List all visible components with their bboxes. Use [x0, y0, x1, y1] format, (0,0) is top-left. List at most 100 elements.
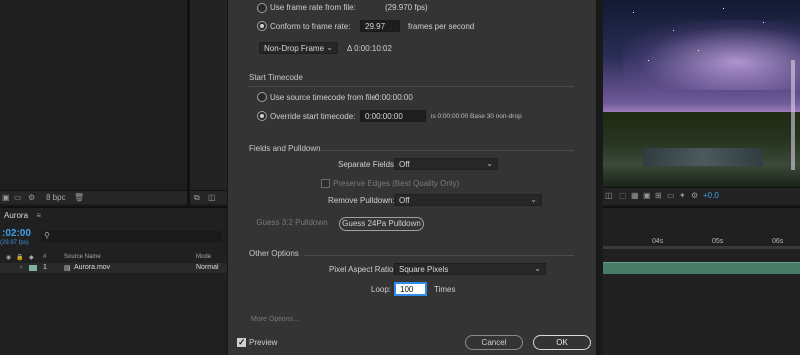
column-mode[interactable]: Mode	[196, 254, 211, 260]
loop-unit-label: Times	[434, 285, 456, 294]
expand-chevron-icon[interactable]: ›	[20, 264, 22, 271]
layer-index: 1	[43, 264, 47, 271]
conform-frame-rate-label: Conform to frame rate:	[270, 22, 351, 31]
pixel-aspect-ratio-select[interactable]: Square Pixels ⌄	[394, 263, 546, 275]
fields-pulldown-title: Fields and Pulldown	[249, 144, 321, 153]
guess-32-pulldown-button[interactable]: Guess 3:2 Pulldown	[254, 217, 330, 231]
star	[673, 30, 674, 31]
mask-icon[interactable]: ✦	[679, 191, 686, 200]
ruler-tick: 04s	[652, 238, 664, 245]
fps-unit-label: frames per second	[408, 22, 475, 31]
exposure-value[interactable]: +0.0	[703, 191, 719, 200]
star	[648, 60, 649, 61]
label-color-swatch[interactable]	[29, 265, 37, 271]
override-timecode-input[interactable]: 0:00:00:00	[360, 110, 426, 122]
override-start-timecode-radio[interactable]	[257, 111, 267, 121]
more-options-button[interactable]: More Options...	[251, 316, 299, 323]
project-panel	[0, 0, 187, 190]
override-timecode-info: is 0:00:00:00 Base 30 non-drop	[431, 113, 522, 120]
separate-fields-select[interactable]: Off ⌄	[394, 158, 498, 170]
column-hash: #	[43, 254, 47, 260]
aurora-glow	[623, 20, 800, 90]
viewer-toolbar: ◫ ⬚ ▦ ▣ ⊞ ▭ ✦ ⚙ +0.0	[603, 187, 800, 205]
camera-icon[interactable]: ⊞	[655, 191, 662, 200]
preview-checkbox[interactable]	[237, 337, 246, 348]
conform-frame-rate-radio[interactable]	[257, 21, 267, 31]
project-bottom-bar: ▣ ▭ ⚙ 8 bpc 🗑	[0, 190, 187, 204]
timeline-tab-label: Aurora	[4, 211, 29, 220]
project-panel-secondary	[190, 0, 227, 190]
timeline-search-input[interactable]: ⚲	[42, 231, 222, 242]
star	[763, 22, 764, 23]
loop-label: Loop:	[371, 285, 392, 294]
ruler-tick: 06s	[772, 238, 784, 245]
interpret-footage-icon[interactable]: ▣	[2, 193, 10, 202]
ruler-tick: 05s	[712, 238, 724, 245]
preserve-edges-label: Preserve Edges (Best Quality Only)	[333, 179, 460, 188]
separate-fields-label: Separate Fields:	[338, 160, 397, 169]
layer-name[interactable]: Aurora.mov	[74, 264, 110, 271]
star	[633, 12, 634, 13]
layer-mode[interactable]: Normal	[196, 264, 219, 271]
guess-24pa-pulldown-button[interactable]: Guess 24Pa Pulldown	[339, 217, 424, 231]
start-timecode-title: Start Timecode	[249, 73, 303, 82]
use-source-timecode-radio[interactable]	[257, 92, 267, 102]
column-source-name[interactable]: Source Name	[64, 254, 101, 260]
drop-frame-select[interactable]: Non-Drop Frame ⌄	[259, 42, 338, 54]
footage-icon: ▤	[64, 265, 71, 272]
duration-label: Δ 0:00:10:02	[347, 44, 392, 53]
other-options-title: Other Options	[249, 249, 299, 258]
trash-icon[interactable]: 🗑	[74, 193, 84, 202]
chevron-down-icon: ⌄	[530, 195, 537, 204]
bpc-label[interactable]: 8 bpc	[46, 193, 66, 202]
timeline-tab[interactable]: Aurora ≡	[0, 208, 60, 222]
lock-icon: 🔒	[16, 255, 24, 261]
timeline-panel	[0, 206, 227, 355]
ok-button[interactable]: OK	[533, 335, 591, 350]
tab-menu-icon[interactable]: ≡	[36, 211, 41, 220]
star	[723, 8, 724, 9]
interpret-footage-dialog: Use frame rate from file: (29.970 fps) C…	[227, 0, 597, 355]
region-icon[interactable]: ⧉	[194, 193, 200, 203]
remove-pulldown-label: Remove Pulldown:	[328, 196, 395, 205]
current-timecode[interactable]: :02:00	[2, 228, 31, 239]
gear-icon[interactable]: ⚙	[691, 191, 698, 200]
snapshot-icon[interactable]: ◫	[208, 193, 216, 202]
view-icon[interactable]: ▭	[667, 191, 675, 200]
remove-pulldown-value: Off	[399, 196, 410, 205]
new-folder-icon[interactable]: ▭	[14, 193, 22, 202]
table-row[interactable]: › 1 ▤ Aurora.mov Normal	[0, 263, 227, 273]
drop-frame-value: Non-Drop Frame	[264, 44, 325, 53]
source-timecode-value: 0:00:00:00	[375, 93, 413, 102]
chevron-down-icon: ⌄	[486, 159, 493, 168]
new-composition-icon[interactable]: ⚙	[28, 193, 35, 202]
layer-duration-bar[interactable]	[603, 262, 800, 274]
visibility-icon: ◉	[6, 255, 12, 261]
loop-input[interactable]: 100	[395, 283, 426, 295]
section-divider	[304, 255, 574, 256]
composition-viewer[interactable]	[603, 0, 800, 187]
cancel-button[interactable]: Cancel	[465, 335, 523, 350]
channel-icon[interactable]: ⬚	[619, 191, 627, 200]
conform-frame-rate-input[interactable]: 29.97	[360, 20, 400, 32]
use-frame-rate-from-file-label: Use frame rate from file:	[270, 3, 356, 12]
chevron-down-icon: ⌄	[326, 43, 333, 52]
snapshot-icon[interactable]: ◫	[605, 191, 613, 200]
use-frame-rate-from-file-radio[interactable]	[257, 3, 267, 13]
remove-pulldown-select[interactable]: Off ⌄	[394, 194, 542, 206]
star	[698, 50, 699, 51]
river	[643, 148, 763, 166]
search-icon: ⚲	[44, 231, 50, 240]
timecode-fps: (29.97 fps)	[0, 240, 29, 246]
section-divider	[249, 86, 574, 87]
work-area-bar[interactable]	[603, 246, 800, 249]
preview-label: Preview	[249, 338, 278, 347]
pixel-aspect-ratio-label: Pixel Aspect Ratio:	[329, 265, 396, 274]
override-start-timecode-label: Override start timecode:	[270, 112, 356, 121]
grid-icon[interactable]: ▦	[631, 191, 639, 200]
preserve-edges-checkbox[interactable]	[321, 179, 330, 188]
region-icon[interactable]: ▣	[643, 191, 651, 200]
light-pole	[791, 60, 795, 170]
timeline-track-area	[603, 206, 800, 355]
separate-fields-value: Off	[399, 160, 410, 169]
